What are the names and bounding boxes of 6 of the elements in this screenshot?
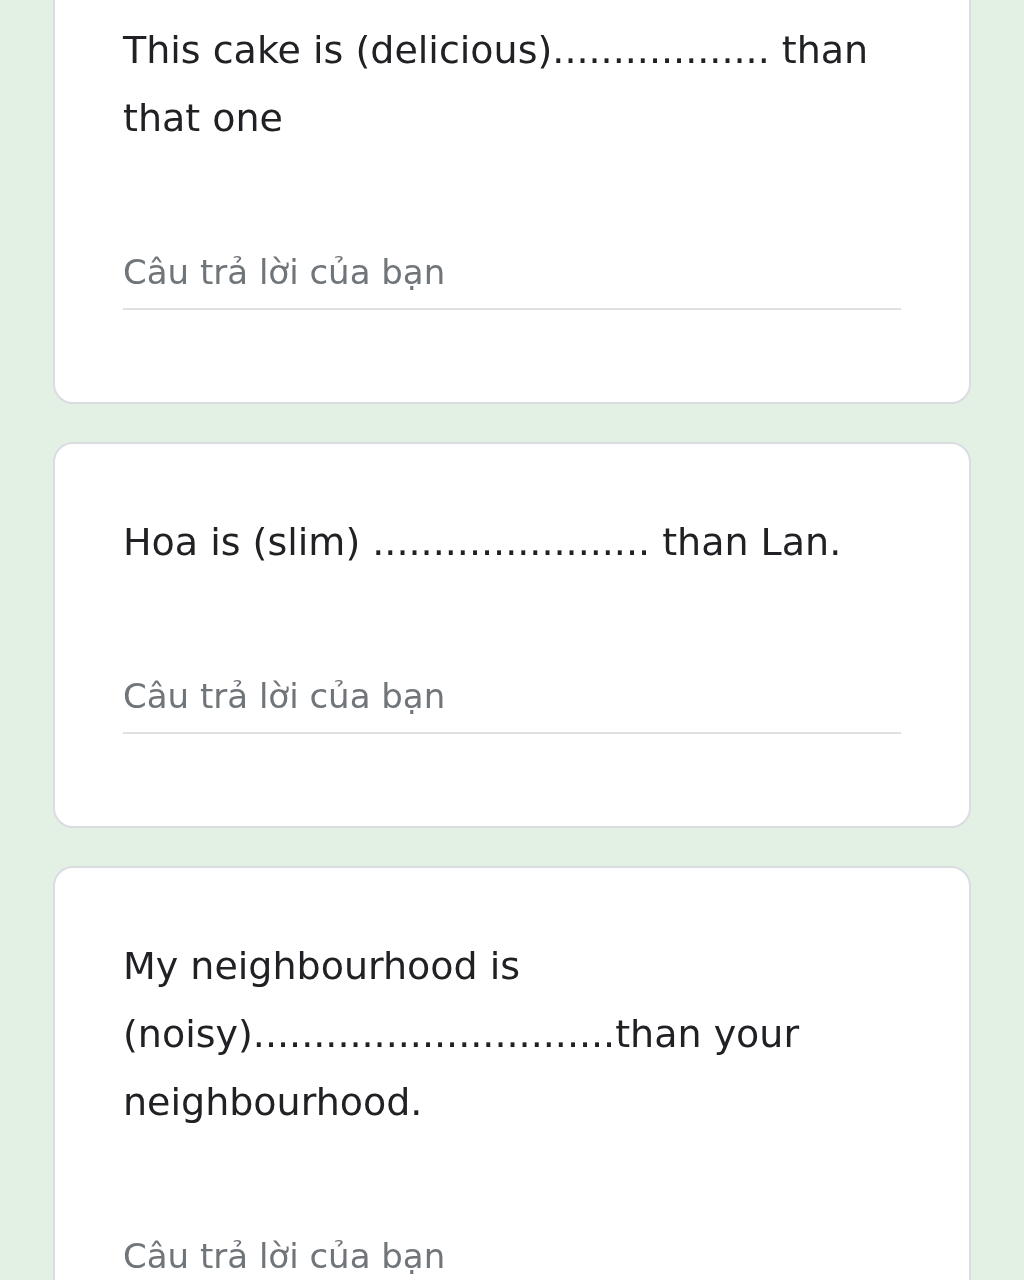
answer-field[interactable]: Câu trả lời của bạn [123, 672, 901, 734]
answer-field[interactable]: Câu trả lời của bạn [123, 1232, 901, 1280]
answer-field[interactable]: Câu trả lời của bạn [123, 248, 901, 310]
question-text: Hoa is (slim) ....................... than Lan. [123, 519, 843, 566]
question-text: This cake is (delicious).................. than that one [123, 27, 870, 142]
question-text: My neighbourhood is (noisy)..............................than your neighbourhood. [123, 943, 801, 1126]
